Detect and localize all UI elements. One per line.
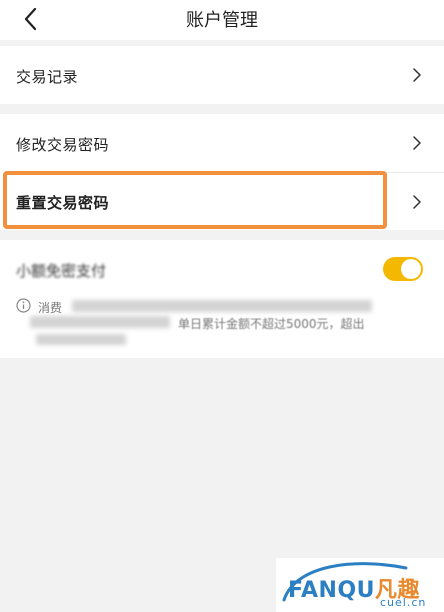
small-amount-title: 小额免密支付 (16, 262, 107, 280)
menu-item-reset-password[interactable]: 重置交易密码 (0, 172, 444, 230)
menu-item-label: 交易记录 (16, 68, 79, 86)
redacted-text (72, 300, 372, 312)
top-bar: 账户管理 (0, 0, 444, 40)
small-amount-description: 消费 (38, 301, 63, 315)
menu-item-label: 重置交易密码 (16, 194, 110, 212)
chevron-right-icon (413, 68, 421, 82)
watermark-logo: FANQU凡趣 cuel.cn (276, 558, 444, 612)
small-amount-description-cont: 单日累计金额不超过5000元，超出 (178, 317, 365, 331)
menu-item-modify-password[interactable]: 修改交易密码 (0, 114, 444, 172)
row-divider (16, 172, 444, 173)
small-amount-toggle[interactable] (383, 257, 423, 281)
toggle-knob (401, 259, 421, 279)
redacted-text (36, 334, 126, 345)
account-management-screen: 账户管理 交易记录 修改交易密码 重置交易密码 小额免密支付 消费 单日累计金额… (0, 0, 444, 612)
watermark-sub: cuel.cn (380, 596, 427, 609)
chevron-right-icon (413, 195, 421, 209)
menu-item-transaction-records[interactable]: 交易记录 (0, 46, 444, 104)
redacted-text (30, 316, 170, 328)
menu-item-label: 修改交易密码 (16, 136, 110, 154)
watermark-main: FANQU (288, 578, 376, 603)
page-title: 账户管理 (186, 10, 258, 31)
info-icon (16, 298, 31, 313)
chevron-right-icon (413, 136, 421, 150)
small-amount-section: 小额免密支付 消费 单日累计金额不超过5000元，超出 (0, 240, 444, 358)
